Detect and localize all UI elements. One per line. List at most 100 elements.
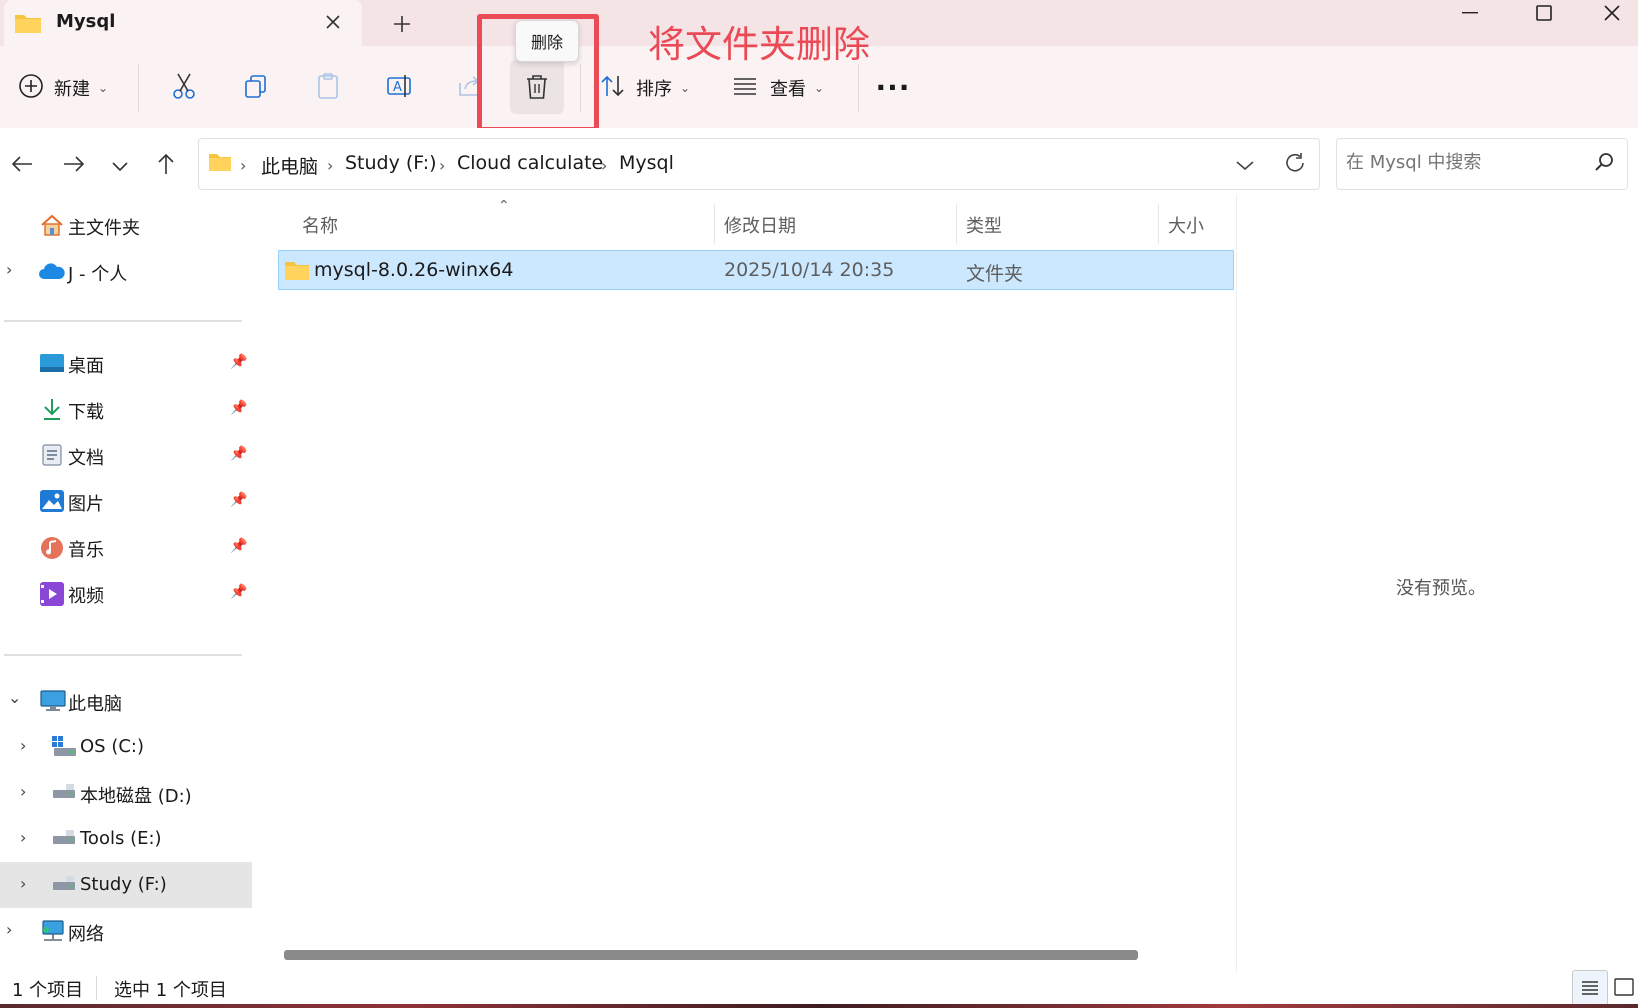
chevron-down-icon: [1236, 156, 1254, 175]
sidebar-divider: [4, 320, 242, 322]
sort-ascending-icon: ⌃: [498, 198, 510, 214]
pin-icon[interactable]: 📌: [230, 538, 247, 554]
sidebar-item-downloads[interactable]: 下载 📌: [0, 386, 252, 432]
new-button[interactable]: 新建 ⌄: [18, 68, 140, 108]
search-input[interactable]: [1346, 152, 1576, 173]
large-icons-view-button[interactable]: [1610, 972, 1636, 1002]
pin-icon[interactable]: 📌: [230, 584, 247, 600]
chevron-right-icon: ›: [6, 920, 13, 939]
rename-button[interactable]: A: [376, 66, 424, 110]
sidebar-item-pictures[interactable]: 图片 📌: [0, 478, 252, 524]
hard-drive-icon: [52, 784, 76, 806]
breadcrumb-chevron: ›: [240, 156, 247, 175]
file-modified: 2025/10/14 20:35: [724, 259, 895, 281]
sidebar-item-label: OS (C:): [80, 736, 144, 757]
chevron-right-icon: ›: [20, 782, 27, 801]
search-icon[interactable]: [1594, 152, 1614, 176]
sidebar-item-documents[interactable]: 文档 📌: [0, 432, 252, 478]
column-divider[interactable]: [714, 204, 715, 244]
sidebar-item-drive-d[interactable]: › 本地磁盘 (D:): [0, 770, 252, 816]
toolbar-separator: [858, 64, 859, 112]
pictures-icon: [40, 490, 64, 516]
sidebar-item-label: J - 个人: [68, 264, 128, 285]
hard-drive-icon: [52, 876, 76, 898]
video-icon: [40, 582, 64, 610]
pin-icon[interactable]: 📌: [230, 400, 247, 416]
sidebar-item-label: 文档: [68, 448, 104, 469]
folder-icon: [208, 152, 232, 176]
sidebar-item-label: 网络: [68, 924, 104, 945]
breadcrumb-mysql[interactable]: Mysql: [619, 152, 674, 174]
sidebar-item-label: 本地磁盘 (D:): [80, 786, 192, 807]
details-view-button[interactable]: [1572, 970, 1608, 1006]
breadcrumb-study-drive[interactable]: Study (F:): [345, 152, 437, 174]
column-divider[interactable]: [956, 204, 957, 244]
column-header-modified[interactable]: 修改日期: [724, 212, 796, 238]
hard-drive-icon: [52, 830, 76, 852]
rename-icon: A: [386, 73, 414, 103]
svg-text:A: A: [393, 80, 402, 95]
more-options-button[interactable]: ···: [870, 68, 916, 108]
sidebar-item-onedrive[interactable]: › J - 个人: [0, 248, 252, 294]
pin-icon[interactable]: 📌: [230, 492, 247, 508]
sidebar-item-home[interactable]: 主文件夹: [0, 202, 252, 248]
sidebar-divider: [4, 654, 242, 656]
horizontal-scrollbar[interactable]: [284, 950, 1138, 960]
column-header-name[interactable]: 名称: [302, 212, 338, 238]
chevron-down-icon: ⌄: [814, 81, 825, 95]
sidebar-item-drive-e[interactable]: › Tools (E:): [0, 816, 252, 862]
sidebar-item-network[interactable]: › 网络: [0, 908, 252, 954]
column-header-size[interactable]: 大小: [1168, 212, 1204, 238]
taskbar-edge: [0, 1004, 1638, 1008]
sidebar-item-drive-c[interactable]: › OS (C:): [0, 724, 252, 770]
file-type: 文件夹: [966, 263, 1024, 285]
column-divider[interactable]: [1158, 204, 1159, 244]
view-button[interactable]: 查看 ⌄: [732, 68, 842, 108]
address-history-button[interactable]: [1230, 150, 1260, 180]
cut-button[interactable]: [160, 66, 208, 110]
refresh-button[interactable]: [1278, 148, 1312, 182]
recent-locations-button[interactable]: [102, 148, 138, 184]
pin-icon[interactable]: 📌: [230, 354, 247, 370]
arrow-right-icon: [63, 155, 85, 177]
column-header-type[interactable]: 类型: [966, 212, 1002, 238]
arrow-left-icon: [11, 155, 33, 177]
maximize-button[interactable]: [1518, 0, 1570, 26]
status-bar: [0, 972, 1638, 1008]
scissors-icon: [171, 72, 197, 104]
sidebar-item-desktop[interactable]: 桌面 📌: [0, 340, 252, 386]
more-icon: ···: [875, 71, 911, 104]
chevron-right-icon: ›: [20, 874, 27, 893]
folder-icon: [14, 12, 42, 38]
sort-button[interactable]: 排序 ⌄: [600, 68, 700, 108]
sidebar-item-this-pc[interactable]: ⌄ 此电脑: [0, 678, 252, 724]
breadcrumb-cloud-calculate[interactable]: Cloud calculate: [457, 152, 603, 174]
toolbar-separator: [138, 64, 139, 112]
copy-icon: [243, 73, 269, 103]
minimize-button[interactable]: [1444, 0, 1496, 26]
selected-count: 选中 1 个项目: [114, 980, 227, 1001]
sort-label: 排序: [636, 79, 672, 100]
pin-icon[interactable]: 📌: [230, 446, 247, 462]
sidebar-item-drive-f[interactable]: › Study (F:): [0, 862, 252, 908]
back-button[interactable]: [4, 148, 40, 184]
new-tab-button[interactable]: [385, 7, 419, 41]
paste-button[interactable]: [304, 66, 352, 110]
forward-button[interactable]: [56, 148, 92, 184]
file-name[interactable]: mysql-8.0.26-winx64: [314, 259, 513, 281]
document-icon: [42, 444, 62, 470]
sidebar-item-music[interactable]: 音乐 📌: [0, 524, 252, 570]
breadcrumb-this-pc[interactable]: 此电脑: [261, 152, 318, 179]
sidebar-item-label: Study (F:): [80, 874, 167, 895]
close-icon[interactable]: [318, 7, 348, 37]
close-window-button[interactable]: [1586, 0, 1638, 26]
download-icon: [42, 398, 62, 424]
copy-button[interactable]: [232, 66, 280, 110]
view-label: 查看: [770, 79, 806, 100]
breadcrumb-chevron: ›: [601, 156, 608, 175]
sidebar-item-videos[interactable]: 视频 📌: [0, 570, 252, 616]
system-drive-icon: [52, 736, 76, 762]
computer-icon: [40, 690, 66, 716]
refresh-icon: [1284, 152, 1306, 178]
up-button[interactable]: [148, 148, 184, 184]
